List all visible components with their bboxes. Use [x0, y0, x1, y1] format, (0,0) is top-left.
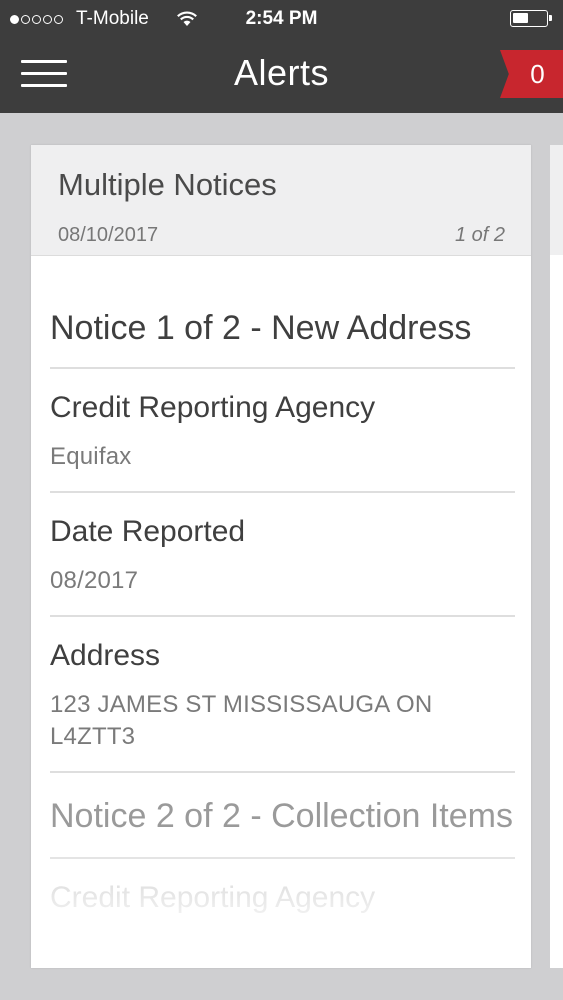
field-label: Credit Reporting Agency — [50, 881, 376, 914]
field-label: Date Reported — [50, 515, 246, 548]
field-address: Address 123 JAMES ST MISSISSAUGA ON L4ZT… — [50, 617, 515, 773]
card-pager: 1 of 2 — [454, 224, 505, 246]
field-date-reported: Date Reported 08/2017 — [50, 493, 515, 617]
notice-heading: Notice 2 of 2 - Collection Items — [50, 773, 515, 859]
notice-heading: Notice 1 of 2 - New Address — [50, 255, 515, 369]
field-credit-agency: Credit Reporting Agency Equifax — [50, 369, 515, 493]
card-date: 08/10/2017 — [58, 224, 159, 246]
field-value: Equifax — [50, 443, 132, 470]
field-label: Credit Reporting Agency — [50, 391, 376, 424]
field-value: 123 JAMES ST MISSISSAUGA ON L4ZTT3 — [50, 691, 433, 750]
next-card-peek[interactable] — [550, 145, 563, 968]
battery-icon — [510, 10, 552, 27]
alert-count-badge[interactable]: 0 — [500, 50, 563, 98]
alert-card: Multiple Notices 08/10/2017 1 of 2 Notic… — [31, 145, 531, 968]
field-value: 08/2017 — [50, 567, 139, 594]
page-title: Alerts — [233, 52, 330, 93]
card-title: Multiple Notices — [58, 167, 277, 202]
nav-bar: Alerts 0 — [0, 38, 563, 113]
status-bar: T-Mobile 2:54 PM — [0, 0, 563, 38]
field-label: Address — [50, 639, 161, 672]
status-time: 2:54 PM — [245, 8, 318, 29]
card-header: Multiple Notices 08/10/2017 1 of 2 — [31, 145, 531, 256]
card-body[interactable]: Notice 1 of 2 - New Address Credit Repor… — [50, 255, 515, 917]
